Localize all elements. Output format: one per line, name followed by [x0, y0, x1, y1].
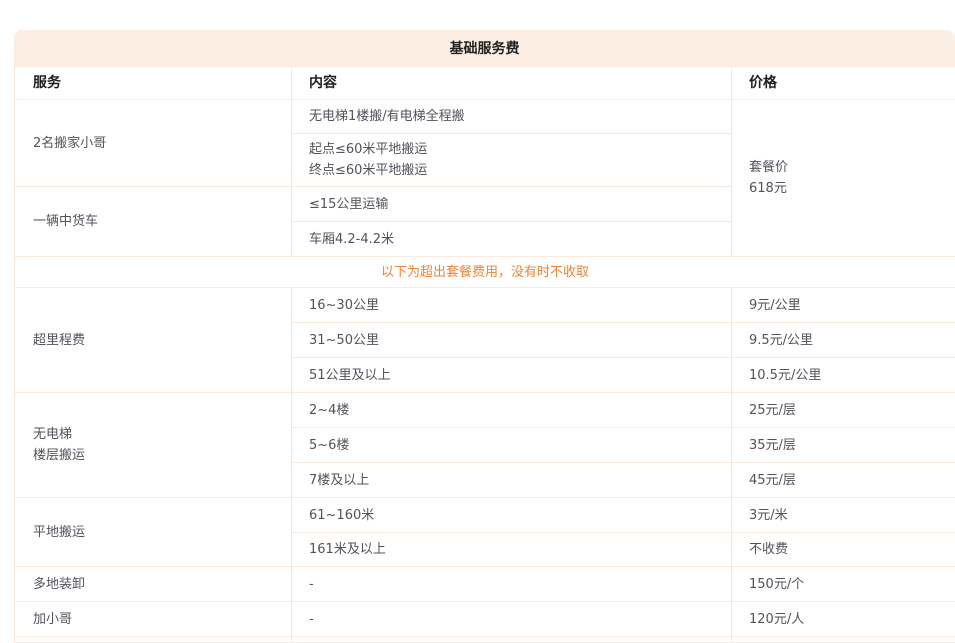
column-header-price: 价格 — [732, 67, 955, 100]
content-cell: ≤15公里运输 — [292, 187, 732, 222]
service-cell-multi-stop: 多地装卸 — [15, 567, 292, 602]
service-cell-extra-mover: 加小哥 — [15, 602, 292, 637]
price-cell-package: 套餐价 618元 — [732, 100, 955, 257]
price-cell: 25元/层 — [732, 393, 955, 428]
table-row: 加小哥 - 120元/人 — [15, 602, 955, 637]
column-header-content: 内容 — [292, 67, 732, 100]
price-cell: 45元/层 — [732, 463, 955, 498]
table-row: 平地搬运 61~160米 3元/米 — [15, 498, 955, 533]
table-header-row: 服务 内容 价格 — [15, 67, 955, 100]
empty-cell — [732, 637, 955, 643]
price-cell: 10.5元/公里 — [732, 358, 955, 393]
page-title: 基础服务费 — [14, 30, 955, 66]
service-cell-movers: 2名搬家小哥 — [15, 100, 292, 187]
service-cell-no-elevator: 无电梯 楼层搬运 — [15, 393, 292, 498]
content-cell: - — [292, 567, 732, 602]
price-cell: 9元/公里 — [732, 288, 955, 323]
content-cell: 16~30公里 — [292, 288, 732, 323]
surcharge-notice: 以下为超出套餐费用，没有时不收取 — [15, 257, 955, 288]
content-cell: 2~4楼 — [292, 393, 732, 428]
content-cell: 51公里及以上 — [292, 358, 732, 393]
content-cell: 61~160米 — [292, 498, 732, 533]
notice-row: 以下为超出套餐费用，没有时不收取 — [15, 257, 955, 288]
base-service-fee-card: 基础服务费 服务 内容 价格 2名搬家小哥 无电梯1楼搬/有电梯全程搬 套餐价 … — [14, 30, 955, 643]
table-row-partial — [15, 637, 955, 643]
content-cell: 7楼及以上 — [292, 463, 732, 498]
price-cell: 150元/个 — [732, 567, 955, 602]
content-cell: 起点≤60米平地搬运 终点≤60米平地搬运 — [292, 134, 732, 187]
content-cell: 31~50公里 — [292, 323, 732, 358]
empty-cell — [292, 637, 732, 643]
price-cell: 9.5元/公里 — [732, 323, 955, 358]
content-cell: - — [292, 602, 732, 637]
price-table: 服务 内容 价格 2名搬家小哥 无电梯1楼搬/有电梯全程搬 套餐价 618元 起… — [14, 66, 955, 643]
price-cell: 120元/人 — [732, 602, 955, 637]
content-cell: 无电梯1楼搬/有电梯全程搬 — [292, 100, 732, 134]
table-row: 无电梯 楼层搬运 2~4楼 25元/层 — [15, 393, 955, 428]
table-row: 2名搬家小哥 无电梯1楼搬/有电梯全程搬 套餐价 618元 — [15, 100, 955, 134]
service-cell-over-mileage: 超里程费 — [15, 288, 292, 393]
content-cell: 161米及以上 — [292, 533, 732, 567]
price-cell: 35元/层 — [732, 428, 955, 463]
content-cell: 车厢4.2-4.2米 — [292, 222, 732, 257]
price-cell: 不收费 — [732, 533, 955, 567]
service-cell-truck: 一辆中货车 — [15, 187, 292, 257]
table-row: 多地装卸 - 150元/个 — [15, 567, 955, 602]
service-cell-flat-ground: 平地搬运 — [15, 498, 292, 567]
table-row: 超里程费 16~30公里 9元/公里 — [15, 288, 955, 323]
column-header-service: 服务 — [15, 67, 292, 100]
content-cell: 5~6楼 — [292, 428, 732, 463]
empty-cell — [15, 637, 292, 643]
price-cell: 3元/米 — [732, 498, 955, 533]
